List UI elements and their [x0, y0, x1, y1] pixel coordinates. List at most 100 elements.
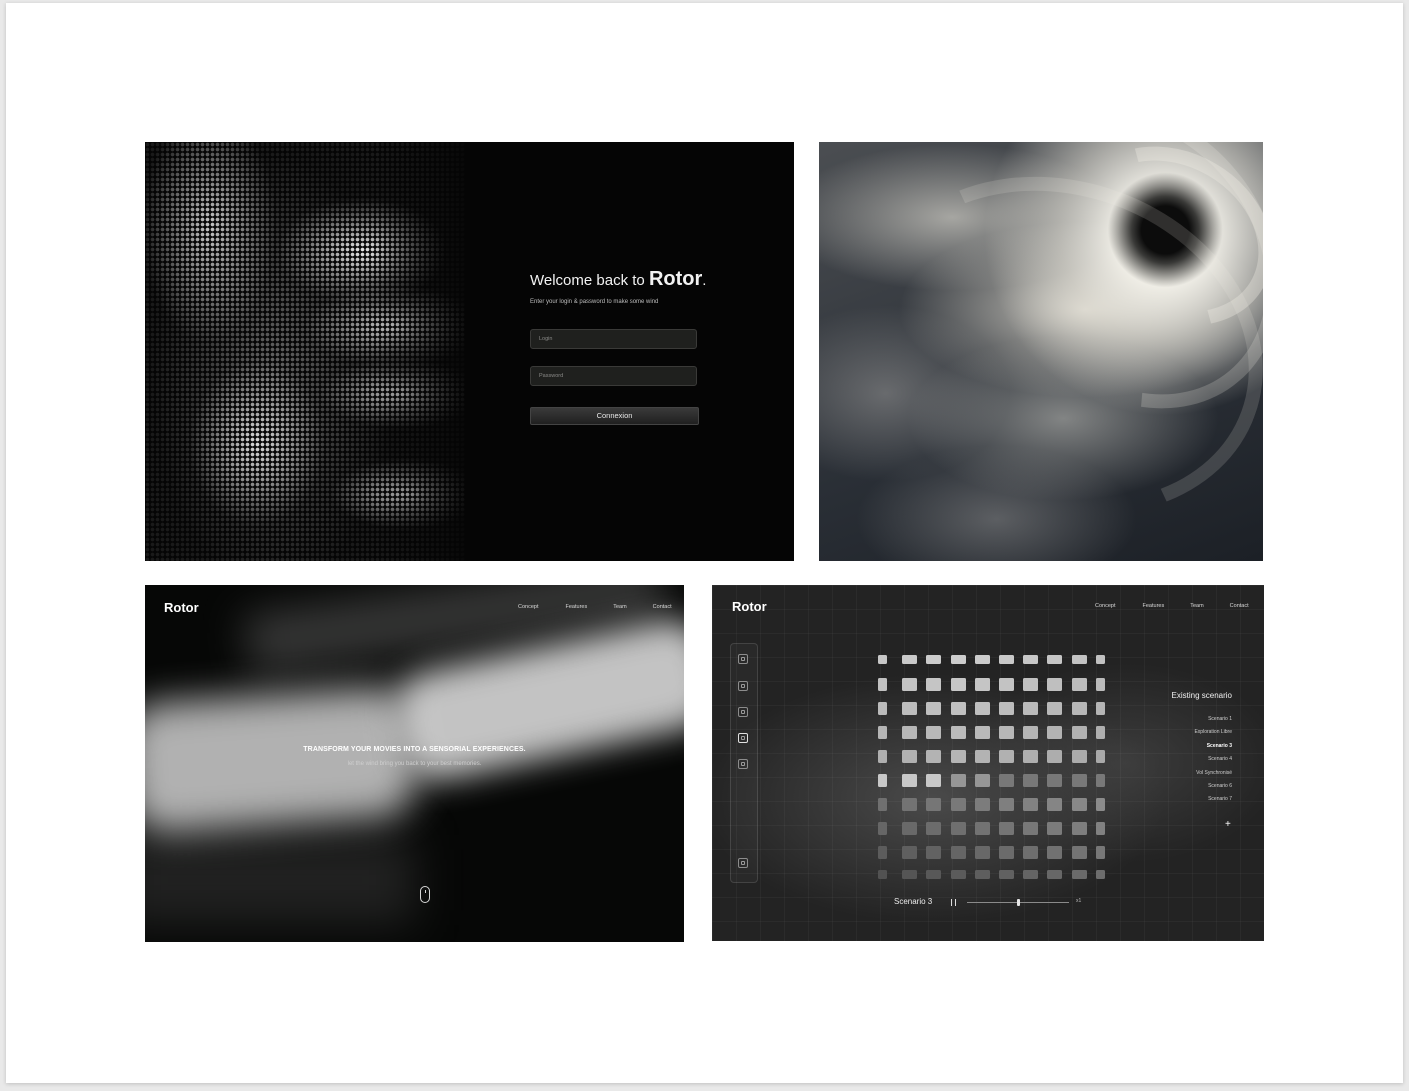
nav-team[interactable]: Team — [613, 604, 626, 610]
fan-cell[interactable] — [1071, 846, 1087, 859]
fan-cell[interactable] — [926, 750, 942, 763]
scenario-item[interactable]: Scenario 3 — [1152, 743, 1232, 749]
fan-cell[interactable] — [950, 870, 966, 879]
wind-icon[interactable] — [738, 654, 748, 664]
fan-cell[interactable] — [1047, 655, 1063, 664]
fan-cell[interactable] — [926, 846, 942, 859]
fan-cell[interactable] — [1095, 846, 1105, 859]
fan-cell[interactable] — [902, 750, 918, 763]
fan-cell[interactable] — [999, 726, 1014, 739]
nav-features[interactable]: Features — [1143, 603, 1165, 609]
fan-cell[interactable] — [974, 750, 990, 763]
fan-cell[interactable] — [1023, 702, 1039, 715]
fan-cell[interactable] — [902, 655, 918, 664]
fan-cell[interactable] — [1047, 846, 1063, 859]
fan-cell[interactable] — [878, 678, 887, 691]
pause-icon[interactable] — [951, 899, 956, 906]
fan-cell[interactable] — [878, 726, 887, 739]
scenario-item[interactable]: Scenario 7 — [1152, 796, 1232, 802]
scenario-item[interactable]: Vol Synchronisé — [1152, 770, 1232, 776]
login-input[interactable] — [530, 329, 697, 349]
fan-cell[interactable] — [950, 750, 966, 763]
password-input[interactable] — [530, 366, 697, 386]
logo[interactable]: Rotor — [732, 599, 767, 614]
fan-cell[interactable] — [1047, 870, 1063, 879]
fan-cell[interactable] — [1023, 750, 1039, 763]
fan-cell[interactable] — [902, 702, 918, 715]
fan-cell[interactable] — [999, 678, 1014, 691]
fan-cell[interactable] — [926, 655, 942, 664]
fan-cell[interactable] — [878, 750, 887, 763]
fan-cell[interactable] — [902, 870, 918, 879]
fan-cell[interactable] — [1023, 846, 1039, 859]
fan-cell[interactable] — [999, 798, 1014, 811]
fan-cell[interactable] — [1023, 678, 1039, 691]
fan-cell[interactable] — [974, 726, 990, 739]
fan-cell[interactable] — [1023, 726, 1039, 739]
fan-cell[interactable] — [1095, 702, 1105, 715]
fan-cell[interactable] — [1023, 774, 1039, 787]
scenario-item[interactable]: Scenario 4 — [1152, 756, 1232, 762]
fan-cell[interactable] — [1071, 655, 1087, 664]
fan-cell[interactable] — [999, 870, 1014, 879]
fan-cell[interactable] — [1071, 798, 1087, 811]
fan-cell[interactable] — [878, 702, 887, 715]
fan-cell[interactable] — [999, 846, 1014, 859]
fan-cell[interactable] — [926, 822, 942, 835]
fan-cell[interactable] — [1095, 798, 1105, 811]
nav-team[interactable]: Team — [1190, 603, 1203, 609]
fan-cell[interactable] — [974, 870, 990, 879]
fan-icon[interactable] — [738, 759, 748, 769]
fan-cell[interactable] — [878, 822, 887, 835]
fan-cell[interactable] — [1095, 822, 1105, 835]
fan-cell[interactable] — [1023, 655, 1039, 664]
fan-cell[interactable] — [1047, 774, 1063, 787]
fan-cell[interactable] — [950, 846, 966, 859]
fan-cell[interactable] — [1047, 822, 1063, 835]
nav-concept[interactable]: Concept — [518, 604, 539, 610]
fan-cell[interactable] — [878, 798, 887, 811]
fan-cell[interactable] — [974, 822, 990, 835]
fan-cell[interactable] — [926, 798, 942, 811]
mouse-scroll-icon[interactable] — [420, 886, 430, 903]
fan-cell[interactable] — [902, 726, 918, 739]
fan-cell[interactable] — [878, 774, 887, 787]
fan-cell[interactable] — [1047, 750, 1063, 763]
fan-cell[interactable] — [1095, 678, 1105, 691]
timeline-handle[interactable] — [1016, 899, 1020, 906]
fan-cell[interactable] — [1095, 750, 1105, 763]
fan-cell[interactable] — [950, 726, 966, 739]
fan-cell[interactable] — [950, 655, 966, 664]
scenario-item[interactable]: Scenario 6 — [1152, 783, 1232, 789]
fan-cell[interactable] — [1095, 870, 1105, 879]
fan-cell[interactable] — [902, 678, 918, 691]
fan-cell[interactable] — [902, 774, 918, 787]
fan-cell[interactable] — [878, 655, 887, 664]
fan-cell[interactable] — [950, 702, 966, 715]
fan-cell[interactable] — [974, 774, 990, 787]
fan-cell[interactable] — [1023, 870, 1039, 879]
fan-cell[interactable] — [974, 678, 990, 691]
scenario-icon[interactable] — [738, 733, 748, 743]
fan-cell[interactable] — [926, 702, 942, 715]
fan-cell[interactable] — [1095, 726, 1105, 739]
nav-features[interactable]: Features — [566, 604, 588, 610]
settings-icon[interactable] — [738, 858, 748, 868]
fan-cell[interactable] — [902, 822, 918, 835]
fan-cell[interactable] — [1071, 750, 1087, 763]
fan-cell[interactable] — [974, 655, 990, 664]
nav-contact[interactable]: Contact — [1230, 603, 1249, 609]
fan-cell[interactable] — [1047, 678, 1063, 691]
logo[interactable]: Rotor — [164, 600, 199, 615]
fan-cell[interactable] — [999, 702, 1014, 715]
fan-cell[interactable] — [902, 846, 918, 859]
fan-cell[interactable] — [999, 822, 1014, 835]
grid-icon[interactable] — [738, 681, 748, 691]
fan-cell[interactable] — [1047, 702, 1063, 715]
fan-cell[interactable] — [1071, 822, 1087, 835]
nav-concept[interactable]: Concept — [1095, 603, 1116, 609]
connexion-button[interactable]: Connexion — [530, 407, 699, 425]
fan-cell[interactable] — [926, 726, 942, 739]
fan-cell[interactable] — [974, 846, 990, 859]
fan-cell[interactable] — [999, 750, 1014, 763]
